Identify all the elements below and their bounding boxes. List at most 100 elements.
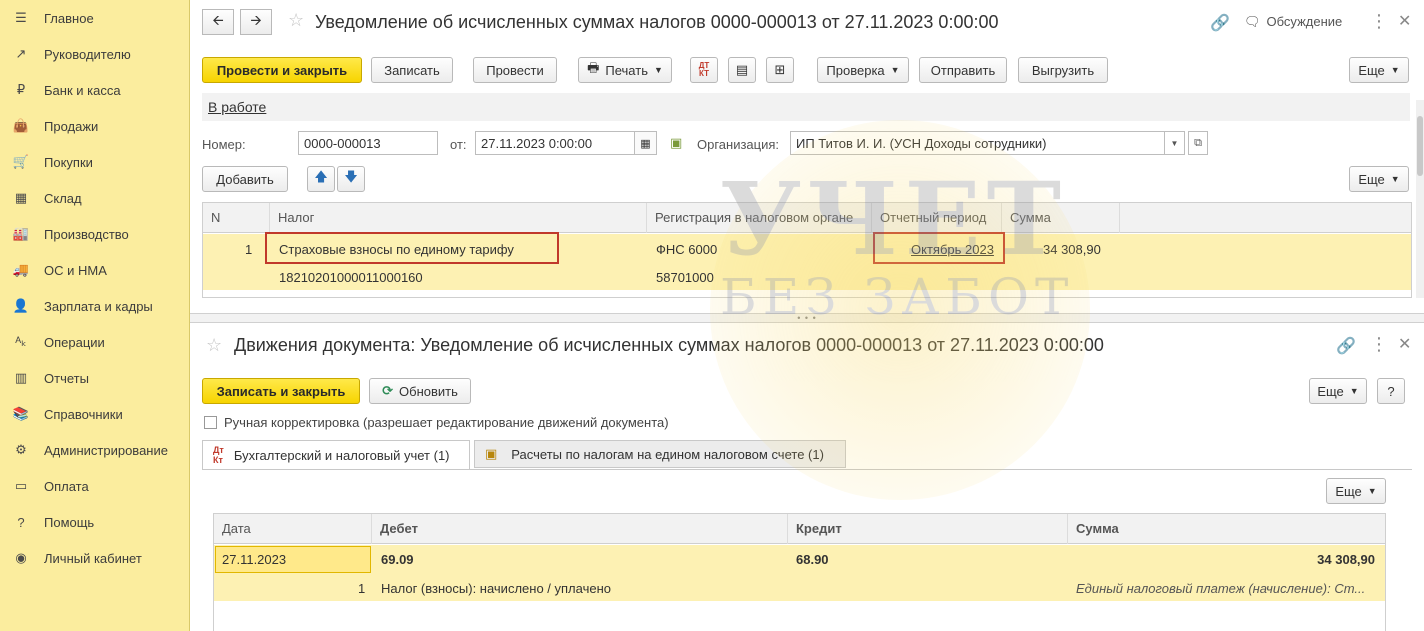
- sidebar-item-10[interactable]: ▥ Отчеты: [0, 360, 189, 396]
- move-debit: 69.09: [381, 552, 414, 567]
- sidebar-item-0[interactable]: ☰ Главное: [0, 0, 189, 36]
- more-vertical-icon[interactable]: ⋮: [1370, 11, 1388, 32]
- link-icon[interactable]: 🔗: [1336, 336, 1356, 356]
- sidebar-item-12[interactable]: ⚙ Администрирование: [0, 432, 189, 468]
- sidebar-item-label: Банк и касса: [44, 82, 121, 98]
- forward-button[interactable]: 🡪: [240, 9, 272, 35]
- sidebar-item-label: Зарплата и кадры: [44, 298, 153, 314]
- organization-dropdown[interactable]: ▼: [1165, 131, 1185, 155]
- discussion-button[interactable]: 🗨 Обсуждение: [1244, 14, 1342, 30]
- post-and-close-button[interactable]: Провести и закрыть: [202, 57, 362, 83]
- col-n[interactable]: N: [203, 203, 270, 233]
- check-button[interactable]: Проверка ▼: [817, 57, 909, 83]
- arrow-down-icon: 🡇: [344, 169, 358, 184]
- sidebar-item-15[interactable]: ◉ Личный кабинет: [0, 540, 189, 576]
- sidebar-item-14[interactable]: ? Помощь: [0, 504, 189, 540]
- more-button[interactable]: Еще ▼: [1309, 378, 1367, 404]
- send-button[interactable]: Отправить: [919, 57, 1007, 83]
- printer-icon: 🖶: [587, 60, 600, 75]
- table-header: N Налог Регистрация в налоговом органе О…: [203, 203, 1411, 233]
- sidebar-item-4[interactable]: 🛒 Покупки: [0, 144, 189, 180]
- more-label: Еще: [1317, 383, 1344, 399]
- col-period[interactable]: Отчетный период: [872, 203, 1002, 233]
- sidebar-item-label: Справочники: [44, 406, 123, 422]
- more-label: Еще: [1358, 62, 1385, 78]
- org-status-icon[interactable]: ▣: [670, 135, 682, 151]
- tab-line: [202, 469, 1412, 470]
- amount-value: 34 308,90: [1043, 242, 1101, 257]
- sidebar-item-8[interactable]: 👤 Зарплата и кадры: [0, 288, 189, 324]
- col-tax[interactable]: Налог: [270, 203, 647, 233]
- save-and-close-button[interactable]: Записать и закрыть: [202, 378, 360, 404]
- pane-splitter[interactable]: • • •: [190, 313, 1424, 323]
- highlight-tax: [265, 232, 559, 264]
- col-debit[interactable]: Дебет: [372, 514, 788, 544]
- sidebar-item-6[interactable]: 🏭 Производство: [0, 216, 189, 252]
- sidebar-item-label: Операции: [44, 334, 105, 350]
- more-vertical-icon[interactable]: ⋮: [1370, 334, 1388, 355]
- tab-accounting[interactable]: Дт Кт Бухгалтерский и налоговый учет (1): [202, 440, 470, 470]
- list-doc-button[interactable]: ▤: [728, 57, 756, 83]
- move-up-button[interactable]: 🡅: [307, 166, 335, 192]
- sidebar-item-2[interactable]: ₽ Банк и касса: [0, 72, 189, 108]
- question-icon: ?: [17, 514, 25, 530]
- organization-field[interactable]: ИП Титов И. И. (УСН Доходы сотрудники): [790, 131, 1165, 155]
- main-area: 🡨 🡪 ☆ Уведомление об исчисленных суммах …: [190, 0, 1424, 631]
- refresh-button[interactable]: ⟳ Обновить: [369, 378, 471, 404]
- star-icon[interactable]: ☆: [288, 10, 304, 31]
- status-link[interactable]: В работе: [208, 99, 266, 115]
- col-credit[interactable]: Кредит: [788, 514, 1068, 544]
- date-field[interactable]: 27.11.2023 0:00:00: [475, 131, 635, 155]
- add-button[interactable]: Добавить: [202, 166, 288, 192]
- col-date[interactable]: Дата: [214, 514, 372, 544]
- back-button[interactable]: 🡨: [202, 9, 234, 35]
- oktmo-value: 58701000: [656, 270, 714, 285]
- upload-button[interactable]: Выгрузить: [1018, 57, 1108, 83]
- close-icon[interactable]: ✕: [1398, 334, 1411, 354]
- calendar-icon: ▦: [640, 137, 651, 150]
- document-title: Уведомление об исчисленных суммах налого…: [315, 12, 999, 32]
- tab-tax-settlements[interactable]: ▣ Расчеты по налогам на едином налоговом …: [474, 440, 846, 468]
- table-more-button[interactable]: Еще ▼: [1349, 166, 1409, 192]
- open-icon: ⧉: [1194, 136, 1202, 149]
- sidebar-item-1[interactable]: ↗ Руководителю: [0, 36, 189, 72]
- star-icon[interactable]: ☆: [206, 335, 222, 356]
- arrow-left-icon: 🡨: [212, 12, 224, 28]
- manual-correction-checkbox[interactable]: [204, 416, 217, 429]
- print-button[interactable]: 🖶 Печать ▼: [578, 57, 672, 83]
- move-down-button[interactable]: 🡇: [337, 166, 365, 192]
- more-label: Еще: [1335, 483, 1362, 499]
- save-button[interactable]: Записать: [371, 57, 453, 83]
- highlight-period: [873, 232, 1005, 264]
- scrollbar[interactable]: [1416, 100, 1424, 298]
- col-amount[interactable]: Сумма: [1002, 203, 1120, 233]
- sidebar-item-3[interactable]: 👜 Продажи: [0, 108, 189, 144]
- user-circle-icon: ◉: [15, 550, 27, 565]
- help-button[interactable]: ?: [1377, 378, 1405, 404]
- chevron-down-icon: ▼: [1349, 386, 1359, 396]
- number-field[interactable]: 0000-000013: [298, 131, 438, 155]
- sidebar-item-7[interactable]: 🚚 ОС и НМА: [0, 252, 189, 288]
- sidebar-item-9[interactable]: ᴬₖ Операции: [0, 324, 189, 360]
- structure-button[interactable]: ⊞: [766, 57, 794, 83]
- more-button[interactable]: Еще ▼: [1349, 57, 1409, 83]
- link-icon[interactable]: 🔗: [1210, 13, 1230, 33]
- post-button[interactable]: Провести: [473, 57, 557, 83]
- row-number: 1: [245, 242, 253, 257]
- close-icon[interactable]: ✕: [1398, 11, 1411, 31]
- sidebar-item-5[interactable]: ▦ Склад: [0, 180, 189, 216]
- table-more-button[interactable]: Еще ▼: [1326, 478, 1386, 504]
- sidebar-item-13[interactable]: ▭ Оплата: [0, 468, 189, 504]
- status-bar: [202, 93, 1410, 121]
- sidebar-item-11[interactable]: 📚 Справочники: [0, 396, 189, 432]
- more-label: Еще: [1358, 171, 1385, 187]
- warehouse-icon: ▦: [14, 190, 28, 205]
- col-registration[interactable]: Регистрация в налоговом органе: [647, 203, 872, 233]
- calendar-button[interactable]: ▦: [635, 131, 657, 155]
- move-credit: 68.90: [796, 552, 829, 567]
- organization-open-button[interactable]: ⧉: [1188, 131, 1208, 155]
- structure-icon: ⊞: [774, 62, 786, 77]
- col-amount[interactable]: Сумма: [1068, 514, 1385, 544]
- dt-kt-icon: Дт Кт: [213, 445, 224, 465]
- dt-kt-button[interactable]: ДТ КТ: [690, 57, 718, 83]
